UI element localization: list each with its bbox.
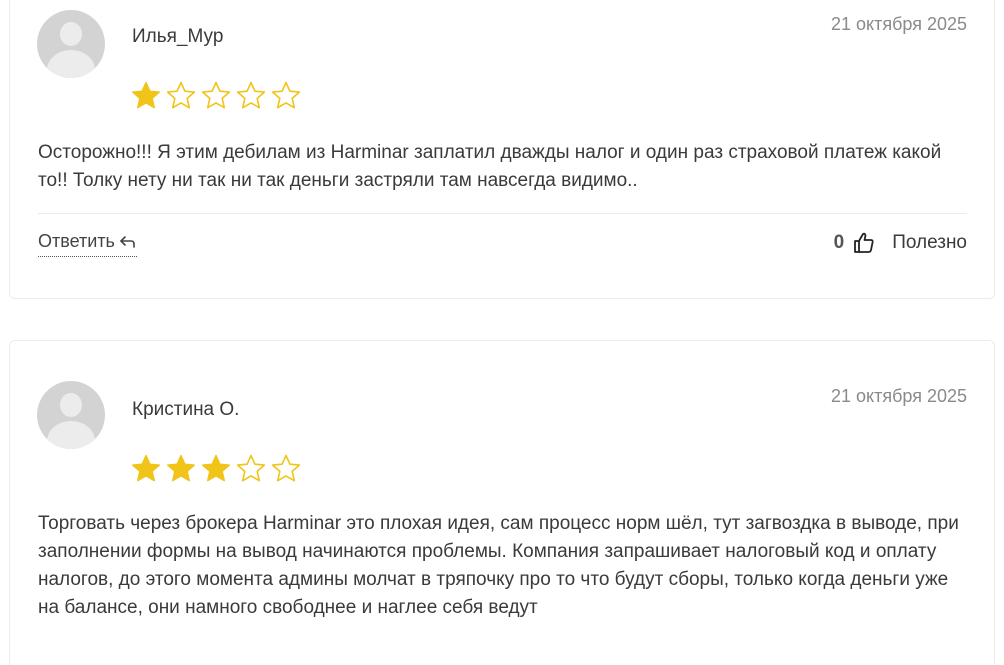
avatar-head-shape [60, 22, 82, 46]
review-card: Кристина О. 21 октября 2025 Торговать че… [9, 340, 995, 665]
review-text: Осторожно!!! Я этим дебилам из Harminar … [38, 142, 942, 191]
star-filled-icon [165, 453, 197, 485]
reply-arrow-icon [119, 234, 137, 250]
star-rating [130, 453, 302, 485]
star-rating [130, 80, 302, 112]
review-author: Кристина О. [132, 399, 240, 420]
star-outline-icon [270, 453, 302, 485]
review-text: Торговать через брокера Harminar это пло… [38, 513, 959, 618]
review-card: Илья_Мур 21 октября 2025 Осторожно!!! Я … [9, 0, 995, 299]
star-filled-icon [200, 453, 232, 485]
review-author: Илья_Мур [132, 26, 224, 47]
star-outline-icon [165, 80, 197, 112]
star-outline-icon [235, 453, 267, 485]
helpful-label[interactable]: Полезно [892, 232, 967, 254]
avatar [37, 381, 105, 449]
reply-label: Ответить [38, 231, 115, 251]
avatar-head-shape [60, 393, 82, 417]
star-outline-icon [235, 80, 267, 112]
reply-button[interactable]: Ответить [38, 231, 137, 257]
avatar-body-shape [47, 50, 95, 78]
star-outline-icon [200, 80, 232, 112]
avatar [37, 10, 105, 78]
helpful-vote: 0 Полезно [834, 231, 967, 255]
thumbs-up-icon[interactable] [852, 231, 876, 255]
review-date: 21 октября 2025 [830, 14, 967, 34]
avatar-body-shape [47, 421, 95, 449]
star-filled-icon [130, 80, 162, 112]
star-outline-icon [270, 80, 302, 112]
star-filled-icon [130, 453, 162, 485]
helpful-count: 0 [833, 232, 845, 253]
review-date: 21 октября 2025 [830, 386, 967, 406]
divider [38, 213, 967, 214]
